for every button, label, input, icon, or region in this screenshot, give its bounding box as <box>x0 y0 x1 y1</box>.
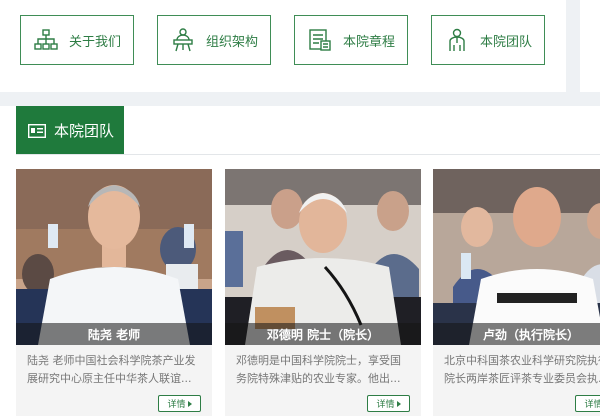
member-photo: 陆尧 老师 <box>16 169 212 345</box>
detail-label: 详情 <box>584 400 600 410</box>
section-divider <box>16 154 600 155</box>
section-title: 本院团队 <box>16 106 124 155</box>
side-panel-edge <box>580 0 600 92</box>
team-card[interactable]: 卢劲（执行院长） 北京中科国茶农业科学研究院执行院长两岸茶匠评茶专业委员会执..… <box>433 169 600 416</box>
arrow-right-icon <box>396 400 401 407</box>
nav-structure-label: 组织架构 <box>205 34 258 50</box>
document-charter-icon <box>309 29 331 51</box>
nav-team-label: 本院团队 <box>479 34 532 50</box>
nav-team-button[interactable]: 本院团队 <box>431 15 545 65</box>
id-card-icon <box>28 123 46 138</box>
member-description: 陆尧 老师中国社会科学院茶产业发展研究中心原主任中华茶人联谊... <box>27 354 196 385</box>
presenter-podium-icon <box>173 28 193 52</box>
detail-button[interactable]: 详情 <box>575 395 600 412</box>
member-name: 邓德明 院士（院长） <box>225 323 421 345</box>
detail-label: 详情 <box>167 400 186 410</box>
nav-about-button[interactable]: 关于我们 <box>20 15 134 65</box>
detail-button[interactable]: 详情 <box>158 395 201 412</box>
team-card[interactable]: 邓德明 院士（院长） 邓德明是中国科学院院士，享受国务院特殊津贴的农业专家。他出… <box>225 169 421 416</box>
org-network-icon <box>34 29 58 50</box>
detail-label: 详情 <box>376 400 395 410</box>
member-photo: 卢劲（执行院长） <box>433 169 600 345</box>
nav-charter-button[interactable]: 本院章程 <box>294 15 408 65</box>
nav-charter-label: 本院章程 <box>342 34 395 50</box>
detail-button[interactable]: 详情 <box>367 395 410 412</box>
arrow-right-icon <box>187 400 192 407</box>
section-title-text: 本院团队 <box>54 122 115 140</box>
nav-about-label: 关于我们 <box>68 34 121 50</box>
member-description: 邓德明是中国科学院院士，享受国务院特殊津贴的农业专家。他出... <box>236 354 401 385</box>
nav-structure-button[interactable]: 组织架构 <box>157 15 271 65</box>
member-photo: 邓德明 院士（院长） <box>225 169 421 345</box>
team-member-icon <box>449 28 465 51</box>
member-name: 卢劲（执行院长） <box>433 323 600 345</box>
member-description: 北京中科国茶农业科学研究院执行院长两岸茶匠评茶专业委员会执... <box>444 354 600 385</box>
member-name: 陆尧 老师 <box>16 323 212 345</box>
team-card[interactable]: 陆尧 老师 陆尧 老师中国社会科学院茶产业发展研究中心原主任中华茶人联谊... … <box>16 169 212 416</box>
